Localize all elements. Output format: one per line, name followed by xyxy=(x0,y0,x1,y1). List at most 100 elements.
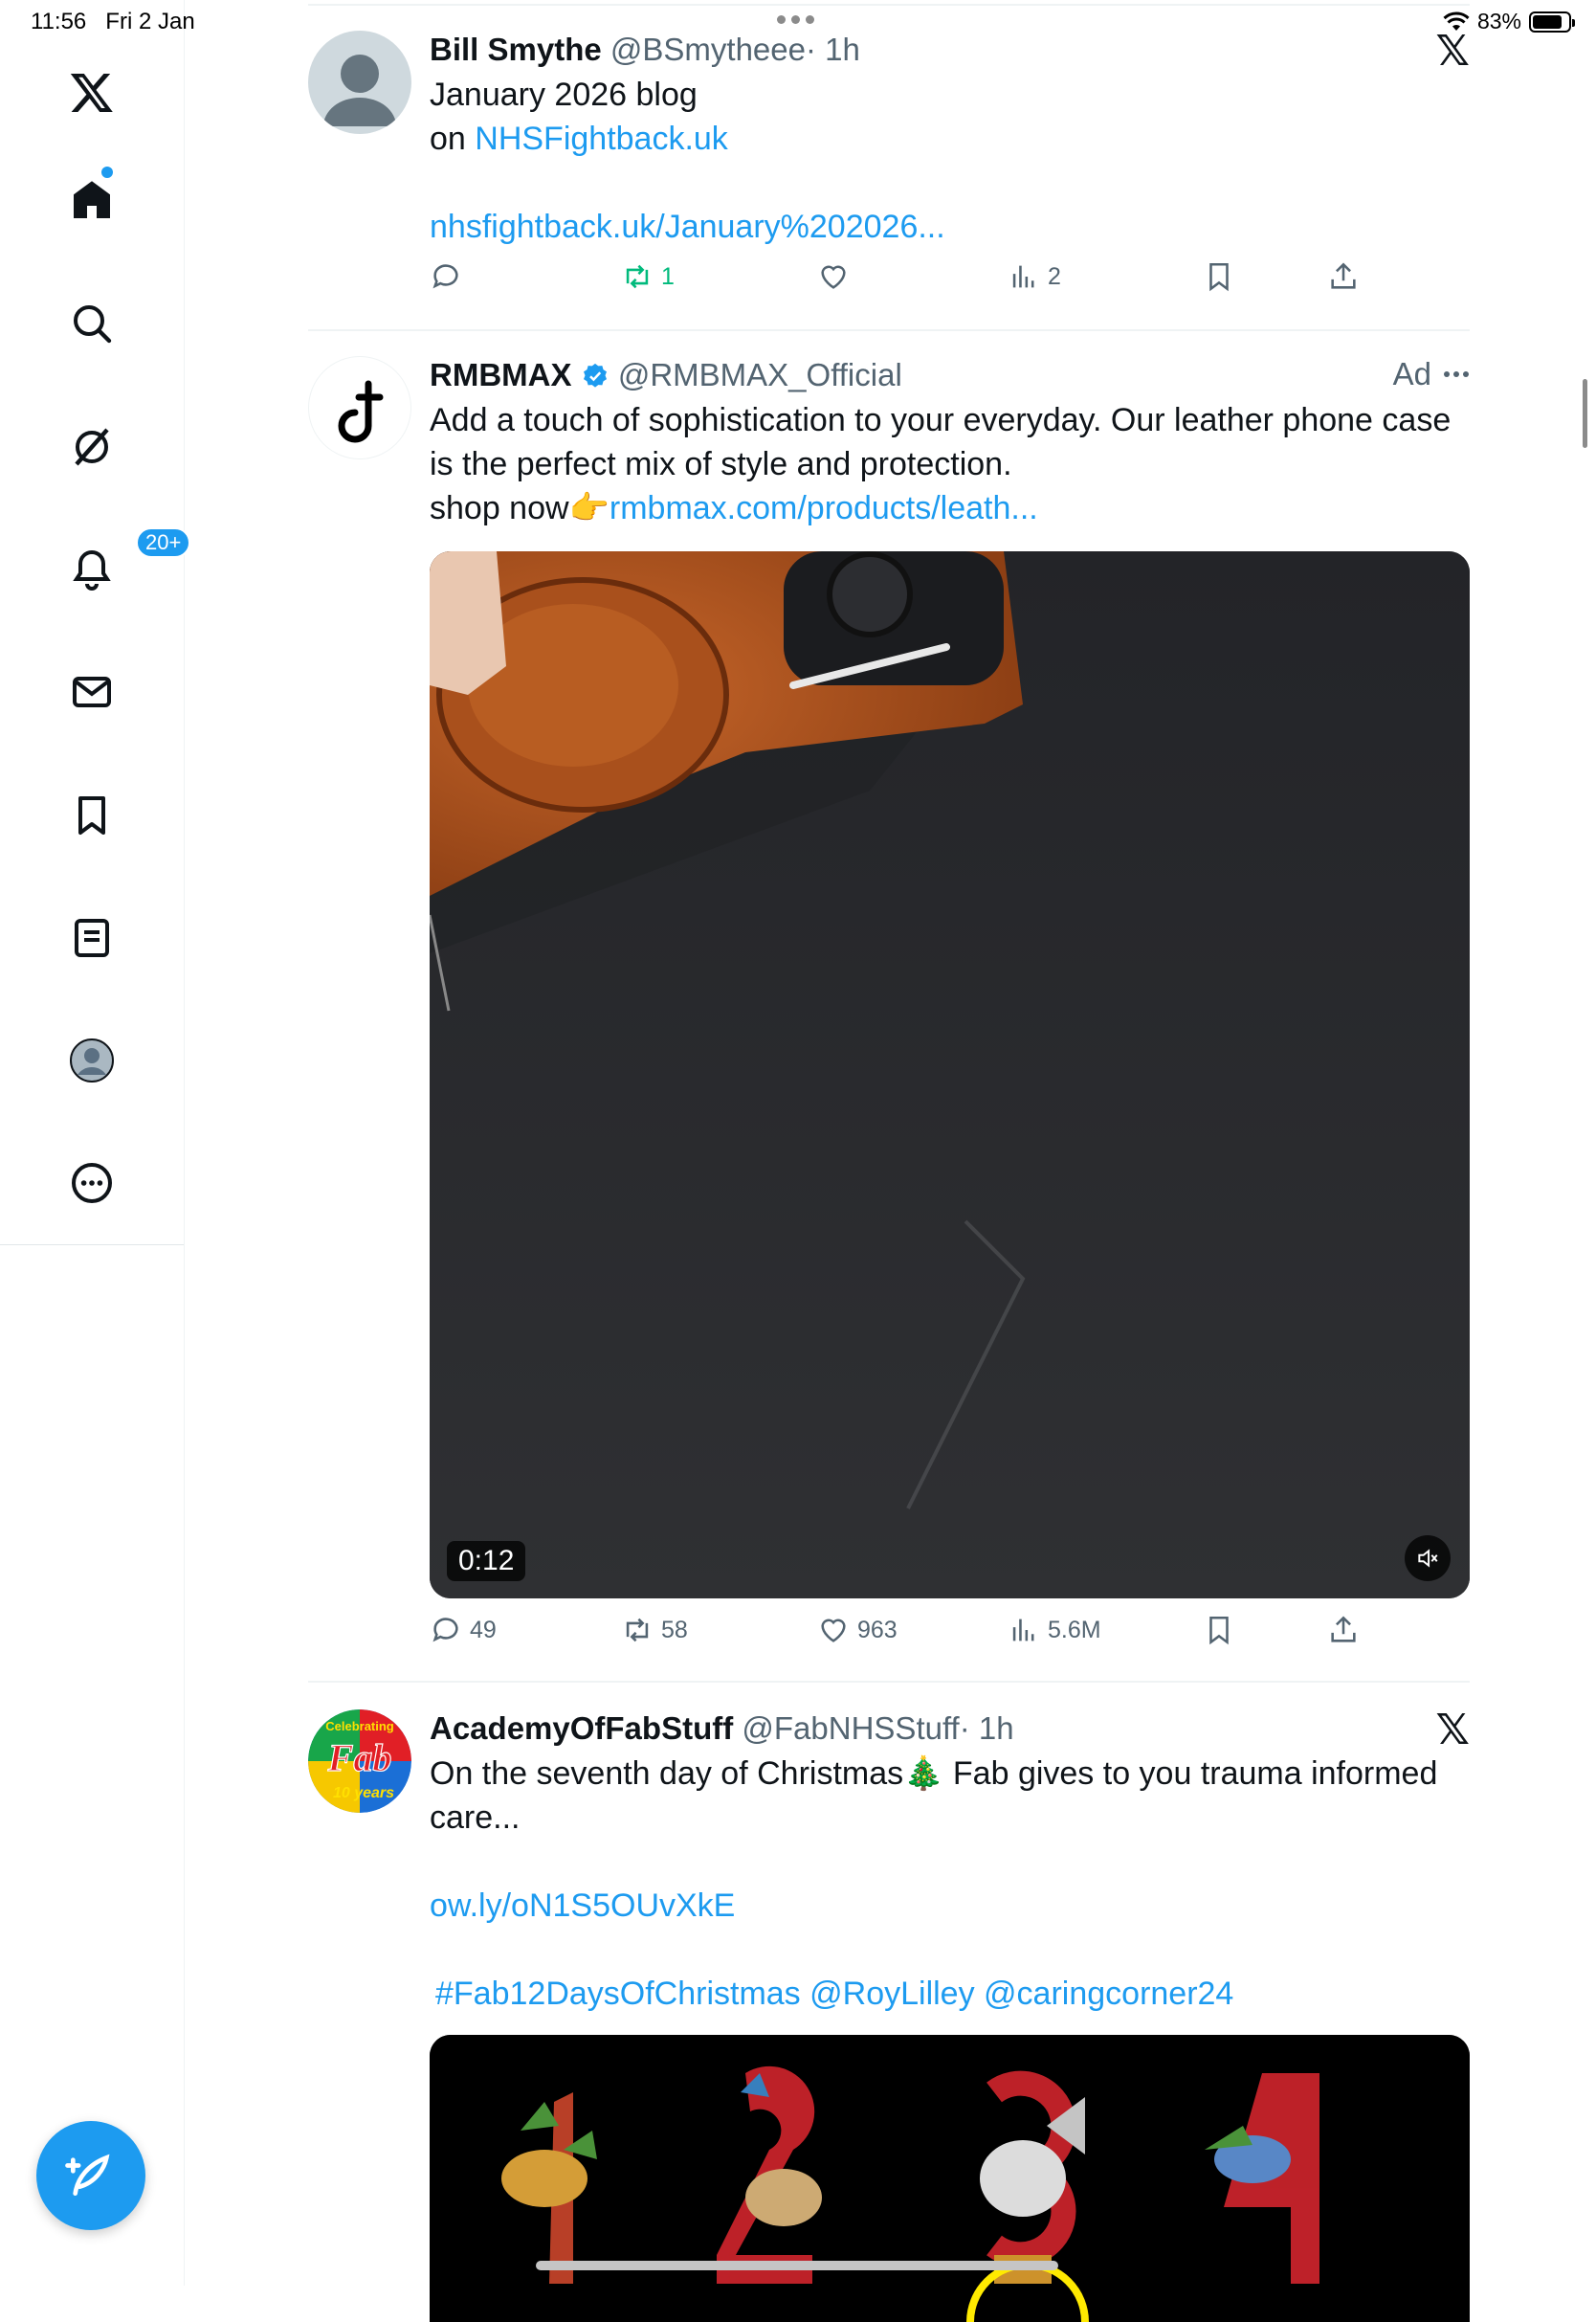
tweet-line: on xyxy=(430,121,476,157)
scrollbar[interactable] xyxy=(1583,379,1587,448)
search-icon[interactable] xyxy=(54,285,130,362)
handle[interactable]: @FabNHSStuff xyxy=(742,1710,959,1746)
sidebar: 20+ xyxy=(0,0,191,2286)
status-bar: 11:56 Fri 2 Jan 83% xyxy=(0,0,1596,46)
reply-icon xyxy=(432,264,458,289)
reply-button[interactable] xyxy=(430,260,462,293)
clock: 11:56 xyxy=(31,9,87,34)
views-button[interactable]: 5.6M xyxy=(1008,1614,1101,1646)
views-icon xyxy=(1012,265,1034,288)
multitasking-handle[interactable] xyxy=(777,15,814,24)
verified-badge-icon xyxy=(583,363,607,388)
date: Fri 2 Jan xyxy=(105,9,195,34)
battery-icon xyxy=(1529,11,1575,33)
retweet-count: 58 xyxy=(661,1616,688,1643)
like-button[interactable]: 963 xyxy=(817,1614,898,1646)
heart-icon xyxy=(821,1619,846,1642)
battery-percent: 83% xyxy=(1476,9,1521,33)
avatar[interactable]: Celebrating Fab 10 years xyxy=(308,1709,411,1813)
retweet-icon xyxy=(626,1618,649,1642)
tweet-text: Add a touch of sophistication to your ev… xyxy=(430,398,1470,530)
share-button[interactable] xyxy=(1327,1614,1360,1646)
notifications-icon[interactable]: 20+ xyxy=(54,527,191,608)
x-source-icon: 𝕏 xyxy=(1435,1707,1470,1753)
tweet-actions: 49 58 963 5.6M xyxy=(430,1614,1367,1662)
tweet-link[interactable]: NHSFightback.uk xyxy=(475,121,728,157)
display-name[interactable]: RMBMAX xyxy=(430,357,571,392)
views-count: 2 xyxy=(1048,262,1061,290)
display-name[interactable]: AcademyOfFabStuff xyxy=(430,1710,733,1746)
mute-toggle-button[interactable] xyxy=(1405,1535,1451,1581)
share-icon xyxy=(1331,1616,1356,1642)
home-icon[interactable] xyxy=(54,161,130,237)
avatar[interactable] xyxy=(308,31,411,134)
bookmark-icon xyxy=(1209,262,1229,292)
share-icon xyxy=(1331,262,1356,289)
heart-icon xyxy=(821,265,846,289)
speaker-muted-icon xyxy=(1418,1549,1438,1568)
tweet-line: January 2026 blog xyxy=(430,77,698,113)
more-options-icon[interactable] xyxy=(1443,369,1470,379)
bookmark-icon xyxy=(1209,1616,1229,1645)
status-indicators: 83% xyxy=(1443,9,1575,34)
tweet-video[interactable]: 0:12 xyxy=(430,551,1470,1598)
tweet-line: shop now👉 xyxy=(430,490,610,526)
tweet-url[interactable]: ow.ly/oN1S5OUvXkE xyxy=(430,1884,1470,1928)
retweet-count: 1 xyxy=(661,262,675,290)
compose-feather-icon xyxy=(65,2154,110,2196)
share-button[interactable] xyxy=(1327,260,1360,293)
bookmark-button[interactable] xyxy=(1203,260,1235,293)
views-button[interactable]: 2 xyxy=(1008,260,1061,293)
retweet-icon xyxy=(626,264,649,289)
bookmark-button[interactable] xyxy=(1203,1614,1235,1646)
home-indicator[interactable] xyxy=(536,2261,1058,2270)
home-unread-dot xyxy=(101,167,113,178)
tweet-line: On the seventh day of Christmas🎄 Fab giv… xyxy=(430,1755,1438,1792)
tweet-line: is the perfect mix of style and protecti… xyxy=(430,446,1012,482)
tweet-line: care... xyxy=(430,1799,521,1836)
avatar[interactable] xyxy=(308,356,411,459)
tweet-actions: 1 2 xyxy=(430,260,1367,308)
tweet-text: January 2026 blog on NHSFightback.uk nhs… xyxy=(430,73,1470,249)
retweet-button[interactable]: 1 xyxy=(621,260,675,293)
ad-label-row: Ad xyxy=(1393,356,1470,392)
tweet-divider xyxy=(308,329,1470,331)
ad-label: Ad xyxy=(1392,356,1431,391)
tweet-divider xyxy=(308,1681,1470,1683)
tweet-line: Add a touch of sophistication to your ev… xyxy=(430,402,1452,438)
notifications-badge: 20+ xyxy=(136,527,191,558)
reply-icon xyxy=(432,1618,458,1642)
video-frame xyxy=(430,551,1470,1598)
messages-icon[interactable] xyxy=(54,654,130,730)
bookmarks-icon[interactable] xyxy=(54,777,130,854)
handle[interactable]: @RMBMAX_Official xyxy=(618,357,902,392)
tweet-link[interactable]: rmbmax.com/products/leath... xyxy=(610,490,1038,526)
wifi-icon xyxy=(1443,11,1470,31)
tweet-header: AcademyOfFabStuff @FabNHSStuff· 1h xyxy=(430,1709,1470,1748)
avatar-text: Fab xyxy=(327,1736,392,1779)
tweet-image[interactable] xyxy=(430,2035,1470,2322)
retweet-button[interactable]: 58 xyxy=(621,1614,688,1646)
timestamp[interactable]: · 1h xyxy=(960,1710,1014,1746)
tweet-hashtags[interactable]: #Fab12DaysOfChristmas @RoyLilley @caring… xyxy=(430,1972,1470,2016)
views-count: 5.6M xyxy=(1048,1616,1101,1643)
sidebar-divider xyxy=(0,1244,184,1245)
tweet-url[interactable]: nhsfightback.uk/January%202026... xyxy=(430,205,1470,249)
twelve-days-image xyxy=(430,2035,1470,2322)
tweet-text: On the seventh day of Christmas🎄 Fab giv… xyxy=(430,1752,1470,2016)
like-button[interactable] xyxy=(817,260,850,293)
reply-count: 49 xyxy=(470,1616,497,1643)
tweet-header: RMBMAX @RMBMAX_Official xyxy=(430,356,1470,394)
like-count: 963 xyxy=(857,1616,898,1643)
grok-icon[interactable] xyxy=(54,409,130,485)
lists-icon[interactable] xyxy=(54,900,130,976)
profile-avatar-icon[interactable] xyxy=(54,1022,130,1099)
video-duration: 0:12 xyxy=(447,1541,526,1581)
reply-button[interactable]: 49 xyxy=(430,1614,497,1646)
avatar-text: 10 years xyxy=(333,1785,394,1801)
more-icon[interactable] xyxy=(54,1145,130,1221)
status-time: 11:56 Fri 2 Jan xyxy=(31,9,195,35)
views-icon xyxy=(1012,1619,1034,1641)
compose-post-button[interactable] xyxy=(36,2121,145,2230)
x-logo-icon[interactable] xyxy=(54,54,130,130)
